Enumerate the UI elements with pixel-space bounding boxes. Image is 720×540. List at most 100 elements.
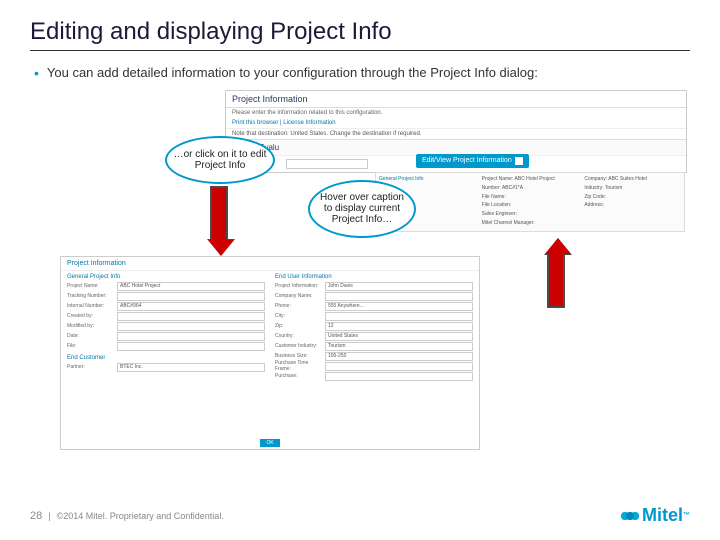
bullet-dot: •: [34, 65, 39, 82]
dialog-subtext: Please enter the information related to …: [226, 108, 686, 118]
grid-label: File Name:: [482, 194, 579, 202]
form-row: File:: [67, 342, 265, 351]
form-label: Company Name:: [275, 293, 325, 299]
content-area: Project Information Please enter the inf…: [30, 90, 690, 450]
form-input: 555 Anywhere…: [325, 302, 473, 311]
form-input: ABC Hotel Project: [117, 282, 265, 291]
dialog-note: Note that destination: United States. Ch…: [226, 128, 686, 139]
form-label: Project Information:: [275, 283, 325, 289]
form-row: Customer Industry:Tourism: [275, 342, 473, 351]
form-row: Phone:555 Anywhere…: [275, 302, 473, 311]
form-label: Tracking Number:: [67, 293, 117, 299]
form-label: Partner:: [67, 364, 117, 370]
form-input: 12: [325, 322, 473, 331]
grid-label: File Location:: [482, 202, 579, 210]
grid-label: Zip Code:: [584, 194, 681, 202]
form-row: Modified by:: [67, 322, 265, 331]
form-input: John Davis: [325, 282, 473, 291]
project-info-hover-panel: General Project Info Project Name: ABC H…: [375, 172, 685, 232]
dialog-header: Project Information: [226, 91, 686, 108]
slide-title: Editing and displaying Project Info: [30, 18, 690, 46]
grid-label: Mitel Channel Manager:: [482, 220, 579, 228]
callout-click: …or click on it to edit Project Info: [165, 136, 275, 184]
callout-hover: Hover over caption to display current Pr…: [308, 180, 416, 238]
form-label: Business Size:: [275, 353, 325, 359]
dialog-links: Print this browser | License Information: [226, 118, 686, 128]
form-input: [325, 362, 473, 371]
form-input: Tourism: [325, 342, 473, 351]
bullet-item: • You can add detailed information to yo…: [34, 65, 690, 82]
form-row: Purchase:: [275, 372, 473, 381]
logo-tm: ™: [683, 512, 690, 519]
form-label: Purchase:: [275, 373, 325, 379]
form-row: Project Information:John Davis: [275, 282, 473, 291]
bullet-text: You can add detailed information to your…: [47, 65, 538, 82]
form-label: File:: [67, 343, 117, 349]
form-row: Partner:BTEC Inc.: [67, 363, 265, 372]
grid-label: Project Name: ABC Hotel Project: [482, 176, 579, 184]
node-input: [286, 159, 368, 169]
ok-button: OK: [260, 439, 279, 447]
tooltip-text: Edit/View Project Information: [422, 157, 512, 164]
form-footer: OK: [61, 439, 479, 447]
form-input: [325, 372, 473, 381]
form-label: Date:: [67, 333, 117, 339]
form-header: Project Information: [61, 257, 479, 271]
form-label: Customer Industry:: [275, 343, 325, 349]
form-label: Created by:: [67, 313, 117, 319]
form-input: [117, 342, 265, 351]
edit-view-tooltip: Edit/View Project Information: [416, 154, 529, 168]
page-number: 28: [30, 510, 42, 522]
form-row: Date:: [67, 332, 265, 341]
form-left-section: General Project Info: [67, 274, 265, 280]
eval-bar: Project Evalu: [226, 139, 686, 155]
edit-icon: [515, 157, 523, 165]
screenshot-project-info-form: Project Information General Project Info…: [60, 256, 480, 450]
form-input: United States: [325, 332, 473, 341]
form-input: [325, 312, 473, 321]
mitel-logo: Mitel™: [620, 505, 690, 526]
form-label: Phone:: [275, 303, 325, 309]
footer-separator: |: [48, 511, 50, 521]
form-row: Zip:12: [275, 322, 473, 331]
form-label: Zip:: [275, 323, 325, 329]
grid-label: Number: ABC#1*A: [482, 185, 579, 193]
form-label: City:: [275, 313, 325, 319]
form-row: Purchase Time Frame:: [275, 362, 473, 371]
form-right-section: End User Information: [275, 274, 473, 280]
form-label: Project Name:: [67, 283, 117, 289]
form-row: Country:United States: [275, 332, 473, 341]
callout-click-text: …or click on it to edit Project Info: [173, 149, 267, 171]
form-input: [325, 292, 473, 301]
form-input: ABC#964: [117, 302, 265, 311]
footer-copyright: ©2014 Mitel. Proprietary and Confidentia…: [57, 511, 224, 521]
form-right-column: End User Information Project Information…: [275, 274, 473, 382]
grid-label: Company: ABC Suites Hotel: [584, 176, 681, 184]
form-label: Internal Number:: [67, 303, 117, 309]
form-label: Purchase Time Frame:: [275, 360, 325, 372]
form-sales-section: End Customer: [67, 355, 265, 361]
form-row: Project Name:ABC Hotel Project: [67, 282, 265, 291]
logo-text: Mitel: [642, 505, 683, 526]
form-input: BTEC Inc.: [117, 363, 265, 372]
form-label: Country:: [275, 333, 325, 339]
form-input: 100-250: [325, 352, 473, 361]
form-input: [117, 292, 265, 301]
form-row: City:: [275, 312, 473, 321]
form-input: [117, 322, 265, 331]
arrow-down-icon: [208, 186, 230, 256]
grid-label: Address:: [584, 202, 681, 210]
form-row: Internal Number:ABC#964: [67, 302, 265, 311]
form-label: Modified by:: [67, 323, 117, 329]
logo-mark-icon: [620, 506, 640, 526]
callout-hover-text: Hover over caption to display current Pr…: [316, 192, 408, 225]
grid-section: General Project Info: [379, 176, 476, 184]
form-left-column: General Project Info Project Name:ABC Ho…: [67, 274, 265, 382]
arrow-up-icon: [545, 238, 567, 308]
form-input: [117, 312, 265, 321]
title-underline: [30, 50, 690, 51]
grid-label: Sales Engineer:: [482, 211, 579, 219]
grid-label: Industry: Tourism: [584, 185, 681, 193]
slide-footer: 28 | ©2014 Mitel. Proprietary and Confid…: [30, 505, 690, 526]
form-row: Company Name:: [275, 292, 473, 301]
